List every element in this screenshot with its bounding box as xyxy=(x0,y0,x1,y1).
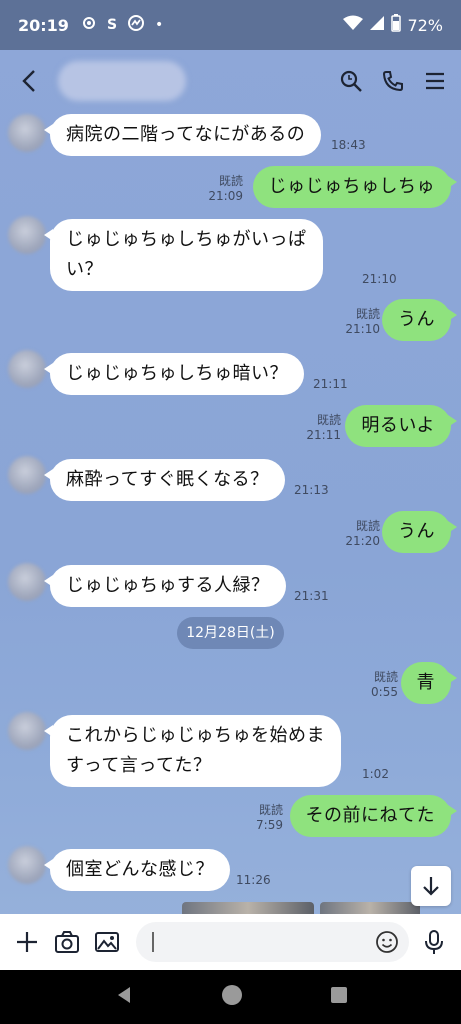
message-bubble-in[interactable]: 病院の二階ってなにがあるの xyxy=(43,114,322,156)
avatar[interactable] xyxy=(8,563,46,601)
system-nav-bar xyxy=(0,970,461,1024)
message-time: 1:02 xyxy=(362,767,389,781)
message-text: じゅじゅちゅしちゅ暗い？ xyxy=(66,363,288,384)
camera-icon[interactable] xyxy=(52,927,82,957)
read-receipt: 既読 xyxy=(373,670,398,684)
message-time: 21:11 xyxy=(313,377,348,391)
message-input-wrap xyxy=(136,922,409,962)
message-text: 麻酔ってすぐ眠くなる？ xyxy=(66,469,269,490)
message-text-line: これからじゅじゅちゅを始めま xyxy=(66,725,325,746)
battery-percent: 72% xyxy=(407,15,443,35)
emoji-icon[interactable] xyxy=(375,930,399,954)
read-receipt: 既読 xyxy=(355,519,380,533)
message-meta: 既読 21:10 xyxy=(345,307,380,337)
image-icon[interactable] xyxy=(92,927,122,957)
message-bubble-in[interactable]: じゅじゅちゅしちゅがいっぱ い？ xyxy=(44,219,323,291)
message-time: 21:13 xyxy=(294,483,329,497)
avatar[interactable] xyxy=(8,114,46,152)
message-bubble-in[interactable]: じゅじゅちゅしちゅ暗い？ xyxy=(44,353,304,395)
message-text: 青 xyxy=(416,672,435,693)
message-text-line: じゅじゅちゅしちゅがいっぱ xyxy=(66,229,307,250)
status-bar: 20:19 S • 72% xyxy=(0,0,461,50)
contact-name-blurred[interactable] xyxy=(58,61,186,101)
message-time: 18:43 xyxy=(331,138,366,152)
message-time: 21:09 xyxy=(208,189,243,203)
message-bubble-out[interactable]: じゅじゅちゅしちゅ xyxy=(252,166,457,208)
message-time: 0:55 xyxy=(371,685,398,699)
message-input[interactable] xyxy=(136,922,409,962)
header-actions xyxy=(339,69,447,93)
avatar[interactable] xyxy=(8,350,46,388)
battery-icon xyxy=(391,14,402,36)
read-receipt: 既読 xyxy=(258,803,283,817)
menu-icon[interactable] xyxy=(423,69,447,93)
message-time: 11:26 xyxy=(236,873,271,887)
settings-gear-icon xyxy=(81,15,97,35)
chat-screen: 20:19 S • 72% 病院の二階ってなにがあるの 18:43 既読 21:… xyxy=(0,0,461,1024)
s-app-icon: S xyxy=(106,17,118,33)
message-time: 21:10 xyxy=(345,322,380,336)
message-text: じゅじゅちゅしちゅ xyxy=(268,176,435,197)
message-meta: 既読 21:09 xyxy=(208,174,243,204)
image-message-thumbnail[interactable] xyxy=(182,902,314,914)
message-time: 21:20 xyxy=(345,534,380,548)
message-text: じゅじゅちゅする人緑？ xyxy=(66,575,270,596)
avatar[interactable] xyxy=(8,846,46,884)
message-bubble-in[interactable]: じゅじゅちゅする人緑？ xyxy=(44,565,286,607)
message-text: 明るいよ xyxy=(361,415,435,436)
plus-icon[interactable] xyxy=(12,927,42,957)
message-time: 7:59 xyxy=(256,818,283,832)
message-bubble-in[interactable]: 個室どんな感じ？ xyxy=(44,849,230,891)
status-right: 72% xyxy=(343,14,443,36)
message-bubble-out[interactable]: うん xyxy=(382,511,457,553)
signal-icon xyxy=(369,15,385,35)
message-bubble-out[interactable]: その前にねてた xyxy=(289,795,457,837)
back-arrow-icon[interactable] xyxy=(14,66,44,96)
dot-icon: • xyxy=(155,17,164,33)
message-bubble-out[interactable]: 青 xyxy=(400,662,457,704)
message-text-line: い？ xyxy=(66,259,103,280)
call-icon[interactable] xyxy=(381,69,405,93)
image-message-thumbnail[interactable] xyxy=(320,902,420,914)
recents-square-icon[interactable] xyxy=(330,986,348,1008)
home-circle-icon[interactable] xyxy=(221,984,243,1010)
message-meta: 既読 7:59 xyxy=(256,803,283,833)
message-time: 21:11 xyxy=(306,428,341,442)
message-meta: 既読 21:11 xyxy=(306,413,341,443)
message-meta: 既読 0:55 xyxy=(371,670,398,700)
avatar[interactable] xyxy=(8,712,46,750)
message-text: うん xyxy=(398,309,435,330)
message-meta: 既読 21:20 xyxy=(345,519,380,549)
read-receipt: 既読 xyxy=(355,307,380,321)
read-receipt: 既読 xyxy=(316,413,341,427)
message-text: その前にねてた xyxy=(305,805,435,826)
message-input-bar xyxy=(0,914,461,970)
avatar[interactable] xyxy=(8,216,46,254)
chat-header xyxy=(0,50,461,112)
text-caret xyxy=(152,932,154,952)
wifi-icon xyxy=(343,15,364,35)
message-text: 個室どんな感じ？ xyxy=(66,859,214,880)
message-bubble-out[interactable]: うん xyxy=(382,299,457,341)
message-text: 病院の二階ってなにがあるの xyxy=(66,124,306,145)
mic-icon[interactable] xyxy=(419,927,449,957)
message-text: うん xyxy=(398,521,435,542)
arrow-down-icon xyxy=(423,877,439,896)
message-time: 21:10 xyxy=(362,272,397,286)
message-text-line: すって言ってた？ xyxy=(66,755,212,776)
search-icon[interactable] xyxy=(339,69,363,93)
scroll-to-bottom-button[interactable] xyxy=(411,866,451,906)
read-receipt: 既読 xyxy=(218,174,243,188)
message-bubble-out[interactable]: 明るいよ xyxy=(345,405,457,447)
message-time: 21:31 xyxy=(294,589,329,603)
back-triangle-icon[interactable] xyxy=(114,985,134,1009)
status-time: 20:19 xyxy=(18,15,69,35)
date-separator: 12月28日(土) xyxy=(177,617,284,649)
messenger-icon xyxy=(127,15,145,35)
message-bubble-in[interactable]: これからじゅじゅちゅを始めま すって言ってた？ xyxy=(44,715,341,787)
avatar[interactable] xyxy=(8,456,46,494)
message-bubble-in[interactable]: 麻酔ってすぐ眠くなる？ xyxy=(44,459,285,501)
